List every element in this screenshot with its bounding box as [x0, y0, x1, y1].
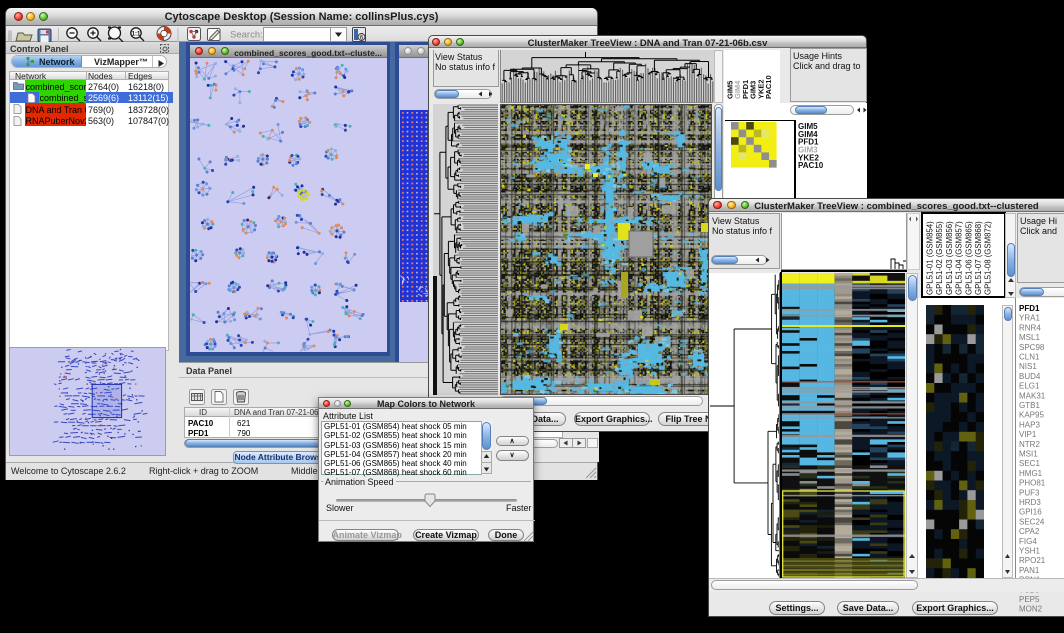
svg-text:KAP95: KAP95 — [1019, 411, 1044, 420]
svg-text:PFD1: PFD1 — [1019, 304, 1040, 313]
svg-text:PHO81: PHO81 — [1019, 479, 1046, 488]
svg-text:PEP5: PEP5 — [1019, 595, 1040, 604]
svg-text:GPL51-03 (GSM856): GPL51-03 (GSM856) — [945, 221, 954, 295]
svg-text:MSL1: MSL1 — [1019, 333, 1040, 342]
svg-text:Search:: Search: — [230, 30, 263, 41]
svg-text:HMG1: HMG1 — [1019, 469, 1043, 478]
svg-text:MON2: MON2 — [1019, 605, 1043, 614]
svg-text:GPL51-02 (GSM855): GPL51-02 (GSM855) — [935, 221, 944, 295]
svg-text:GPL51-07 (GSM868): GPL51-07 (GSM868) — [974, 221, 983, 295]
svg-text:NIS1: NIS1 — [1019, 362, 1037, 371]
svg-text:GPL51-04 (GSM857): GPL51-04 (GSM857) — [955, 221, 964, 295]
svg-text:CLN1: CLN1 — [1019, 353, 1040, 362]
svg-text:NTR2: NTR2 — [1019, 440, 1040, 449]
svg-text:YSH1: YSH1 — [1019, 547, 1040, 556]
svg-text:BUD4: BUD4 — [1019, 372, 1041, 381]
svg-text:VIP1: VIP1 — [1019, 430, 1037, 439]
svg-text:GPL51-06 (GSM865): GPL51-06 (GSM865) — [964, 221, 973, 295]
svg-text:GPL51-08 (GSM872): GPL51-08 (GSM872) — [984, 221, 993, 295]
svg-text:ELG1: ELG1 — [1019, 382, 1040, 391]
svg-text:PAC10: PAC10 — [798, 161, 824, 170]
svg-text:FIG4: FIG4 — [1019, 537, 1037, 546]
svg-text:PAN1: PAN1 — [1019, 566, 1040, 575]
svg-text:GTB1: GTB1 — [1019, 401, 1040, 410]
svg-text:MSI1: MSI1 — [1019, 450, 1038, 459]
svg-text:PAC10: PAC10 — [764, 75, 773, 99]
svg-text:HAP3: HAP3 — [1019, 420, 1040, 429]
svg-text:SEC1: SEC1 — [1019, 459, 1040, 468]
svg-text:1:1: 1:1 — [132, 32, 141, 38]
svg-text:CPA2: CPA2 — [1019, 527, 1040, 536]
svg-text:HRD3: HRD3 — [1019, 498, 1041, 507]
svg-text:PUF3: PUF3 — [1019, 488, 1040, 497]
svg-text:YRA1: YRA1 — [1019, 314, 1040, 323]
svg-text:RNR4: RNR4 — [1019, 323, 1041, 332]
svg-text:GPI16: GPI16 — [1019, 508, 1042, 517]
svg-text:MAK31: MAK31 — [1019, 391, 1046, 400]
svg-text:RPO21: RPO21 — [1019, 556, 1046, 565]
svg-text:GPL51-01 (GSM854): GPL51-01 (GSM854) — [926, 221, 935, 295]
svg-text:SPC98: SPC98 — [1019, 343, 1045, 352]
svg-text:SEC24: SEC24 — [1019, 517, 1045, 526]
